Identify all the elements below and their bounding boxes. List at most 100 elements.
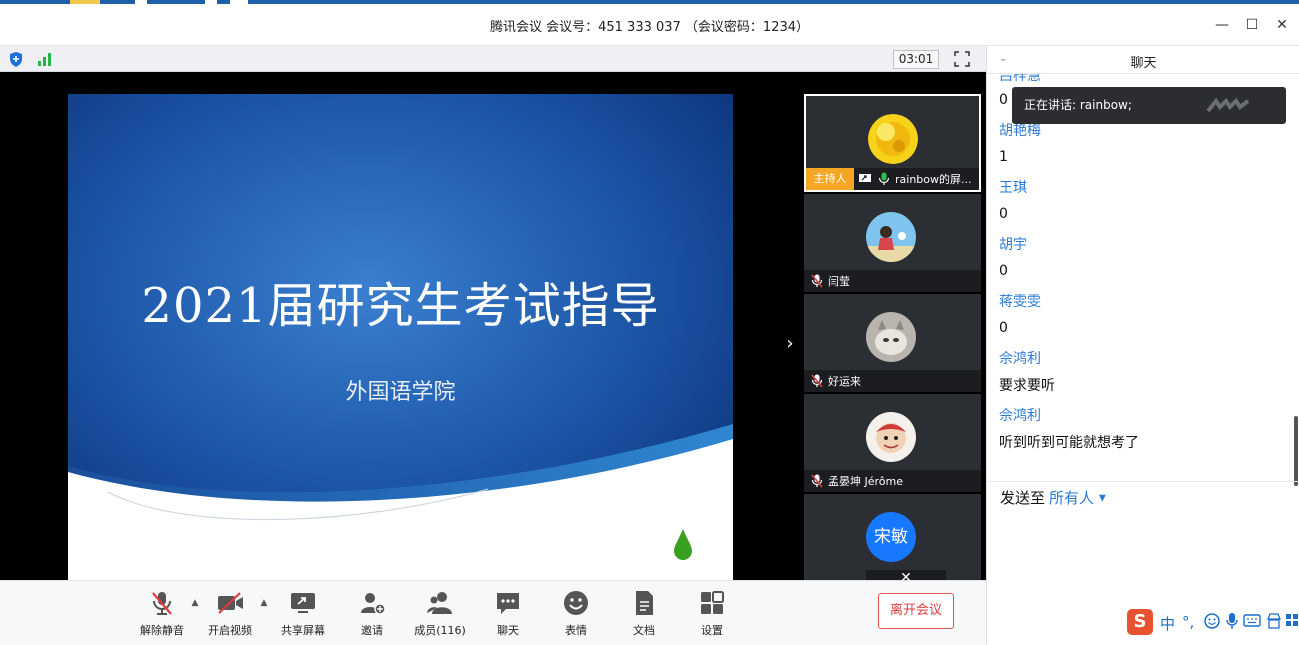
cartoon-avatar	[866, 412, 916, 462]
chat-button[interactable]: 聊天	[478, 589, 538, 641]
settings-icon	[701, 591, 724, 614]
video-stage: 03:01 2021届研究生考试指导 外国语学院 › 主持人 rainbow的屏…	[0, 46, 986, 586]
host-badge: 主持人	[806, 168, 854, 190]
invite-label: 邀请	[361, 624, 383, 637]
chat-sender: 佘鸿利	[999, 351, 1041, 367]
security-shield-icon[interactable]	[9, 52, 23, 67]
audio-wave-icon	[1206, 97, 1250, 113]
leave-meeting-button[interactable]: 离开会议	[878, 593, 954, 629]
share-screen-button[interactable]: 共享屏幕	[273, 589, 333, 641]
invite-button[interactable]: 邀请	[342, 589, 402, 641]
emoji-button[interactable]: 表情	[546, 589, 606, 641]
chat-sender: 佘鸿利	[999, 408, 1041, 424]
chat-message: 0	[999, 92, 1008, 108]
mic-muted-icon	[811, 374, 823, 388]
chat-message: 0	[999, 320, 1008, 336]
mic-muted-icon	[811, 274, 823, 288]
video-options-caret[interactable]: ▲	[259, 599, 269, 608]
chevron-right-icon[interactable]: ›	[781, 334, 799, 354]
meeting-status-bar: 03:01	[0, 46, 986, 72]
settings-label: 设置	[701, 624, 723, 637]
ime-mode-toggle[interactable]: 中	[1160, 613, 1175, 634]
documents-label: 文档	[633, 624, 655, 637]
chat-message: 1	[999, 149, 1008, 165]
participant-tile[interactable]: 孟晏坤 Jérôme	[804, 394, 981, 492]
send-to-label: 发送至	[1000, 489, 1046, 507]
maximize-button[interactable]: ☐	[1240, 14, 1264, 36]
girl-illustration-avatar	[866, 212, 916, 262]
chat-panel: ⌄ 聊天 吕梓慧 0 胡艳梅 1 王琪 0 胡宇 0 蒋雯雯 0 佘鸿利 要求要…	[986, 46, 1299, 645]
unmute-button[interactable]: 解除静音	[132, 589, 192, 641]
slide-background	[68, 94, 733, 580]
tencent-meeting-window: 腾讯会议 会议号：451 333 037 （会议密码：1234） — ☐ ✕ 0…	[0, 0, 1299, 645]
participant-name: 闫莹	[828, 275, 850, 288]
mic-active-icon	[878, 172, 890, 185]
chat-scrollbar[interactable]	[1294, 416, 1298, 486]
start-video-label: 开启视频	[208, 624, 252, 637]
meeting-timer: 03:01	[893, 50, 939, 69]
documents-button[interactable]: 文档	[614, 589, 674, 641]
unmute-label: 解除静音	[140, 624, 184, 637]
slide-subtitle: 外国语学院	[345, 380, 456, 405]
chat-message: 听到听到可能就想考了	[999, 435, 1139, 451]
speaking-indicator: 正在讲话: rainbow;	[1012, 87, 1286, 124]
input-method-toolbar: S 中 °,	[1127, 607, 1299, 637]
invite-icon	[361, 593, 386, 615]
window-title: 腾讯会议 会议号：451 333 037 （会议密码：1234）	[489, 20, 810, 35]
document-icon	[636, 591, 653, 615]
chat-sender: 吕梓慧	[999, 74, 1041, 84]
participant-name: rainbow的屏...	[895, 173, 972, 186]
sogou-logo-icon[interactable]: S	[1127, 609, 1153, 635]
chat-icon	[497, 593, 519, 614]
speaking-text: 正在讲话: rainbow;	[1024, 98, 1132, 112]
close-window-button[interactable]: ✕	[1270, 14, 1294, 36]
participant-tile[interactable]: 好运来	[804, 294, 981, 392]
chat-message: 0	[999, 263, 1008, 279]
title-bar: 腾讯会议 会议号：451 333 037 （会议密码：1234） — ☐ ✕	[0, 4, 1299, 46]
fullscreen-icon[interactable]	[954, 51, 970, 67]
share-screen-label: 共享屏幕	[281, 624, 325, 637]
minimize-button[interactable]: —	[1210, 14, 1234, 36]
sunflower-avatar	[868, 114, 918, 164]
send-to-selector: 发送至 所有人 ▼	[1000, 487, 1106, 508]
send-to-recipient[interactable]: 所有人	[1049, 489, 1094, 507]
voice-input-icon[interactable]	[1226, 612, 1238, 630]
keyboard-icon[interactable]	[1243, 614, 1261, 627]
caret-down-icon[interactable]: ▼	[1099, 494, 1106, 504]
grid-menu-icon[interactable]	[1285, 613, 1299, 627]
participant-list: 主持人 rainbow的屏... 闫莹 好运来 孟晏坤 Jérôme 宋敏	[804, 94, 981, 580]
chat-divider	[987, 481, 1299, 482]
network-signal-icon[interactable]	[37, 52, 53, 66]
emoji-label: 表情	[565, 624, 587, 637]
chat-title: 聊天	[1130, 56, 1157, 71]
skin-icon[interactable]	[1267, 613, 1281, 629]
text-avatar: 宋敏	[866, 512, 916, 562]
video-off-icon	[218, 592, 243, 614]
mic-muted-icon	[811, 474, 823, 488]
chat-sender: 王琪	[999, 180, 1027, 196]
members-icon	[427, 592, 452, 614]
start-video-button[interactable]: 开启视频	[200, 589, 260, 641]
meeting-toolbar: 解除静音 ▲ 开启视频 ▲ 共享屏幕 邀请 成员(116) 聊天 表情 文档 设…	[0, 580, 986, 645]
chat-header: ⌄ 聊天	[987, 46, 1299, 74]
participant-name: 好运来	[828, 375, 861, 388]
cat-photo-avatar	[866, 312, 916, 362]
chat-message: 要求要听	[999, 378, 1055, 394]
share-screen-icon	[291, 593, 315, 613]
participant-tile[interactable]: 闫莹	[804, 194, 981, 292]
participant-tile[interactable]: 主持人 rainbow的屏...	[804, 94, 981, 192]
members-label: 成员(116)	[414, 624, 466, 637]
chat-message: 0	[999, 206, 1008, 222]
emoji-icon[interactable]	[1204, 613, 1220, 629]
shared-screen-slide: 2021届研究生考试指导 外国语学院	[68, 94, 733, 580]
members-button[interactable]: 成员(116)	[410, 589, 470, 641]
chat-label: 聊天	[497, 624, 519, 637]
slide-title: 2021届研究生考试指导	[141, 278, 660, 334]
chat-message-list[interactable]: 吕梓慧 0 胡艳梅 1 王琪 0 胡宇 0 蒋雯雯 0 佘鸿利 要求要听 佘鸿利…	[987, 74, 1299, 482]
participant-name: 孟晏坤 Jérôme	[828, 475, 904, 488]
punctuation-icon[interactable]: °,	[1182, 613, 1194, 631]
participant-tile[interactable]: 宋敏	[804, 494, 981, 580]
emoji-icon	[564, 591, 588, 615]
settings-button[interactable]: 设置	[682, 589, 742, 641]
audio-options-caret[interactable]: ▲	[190, 599, 200, 608]
